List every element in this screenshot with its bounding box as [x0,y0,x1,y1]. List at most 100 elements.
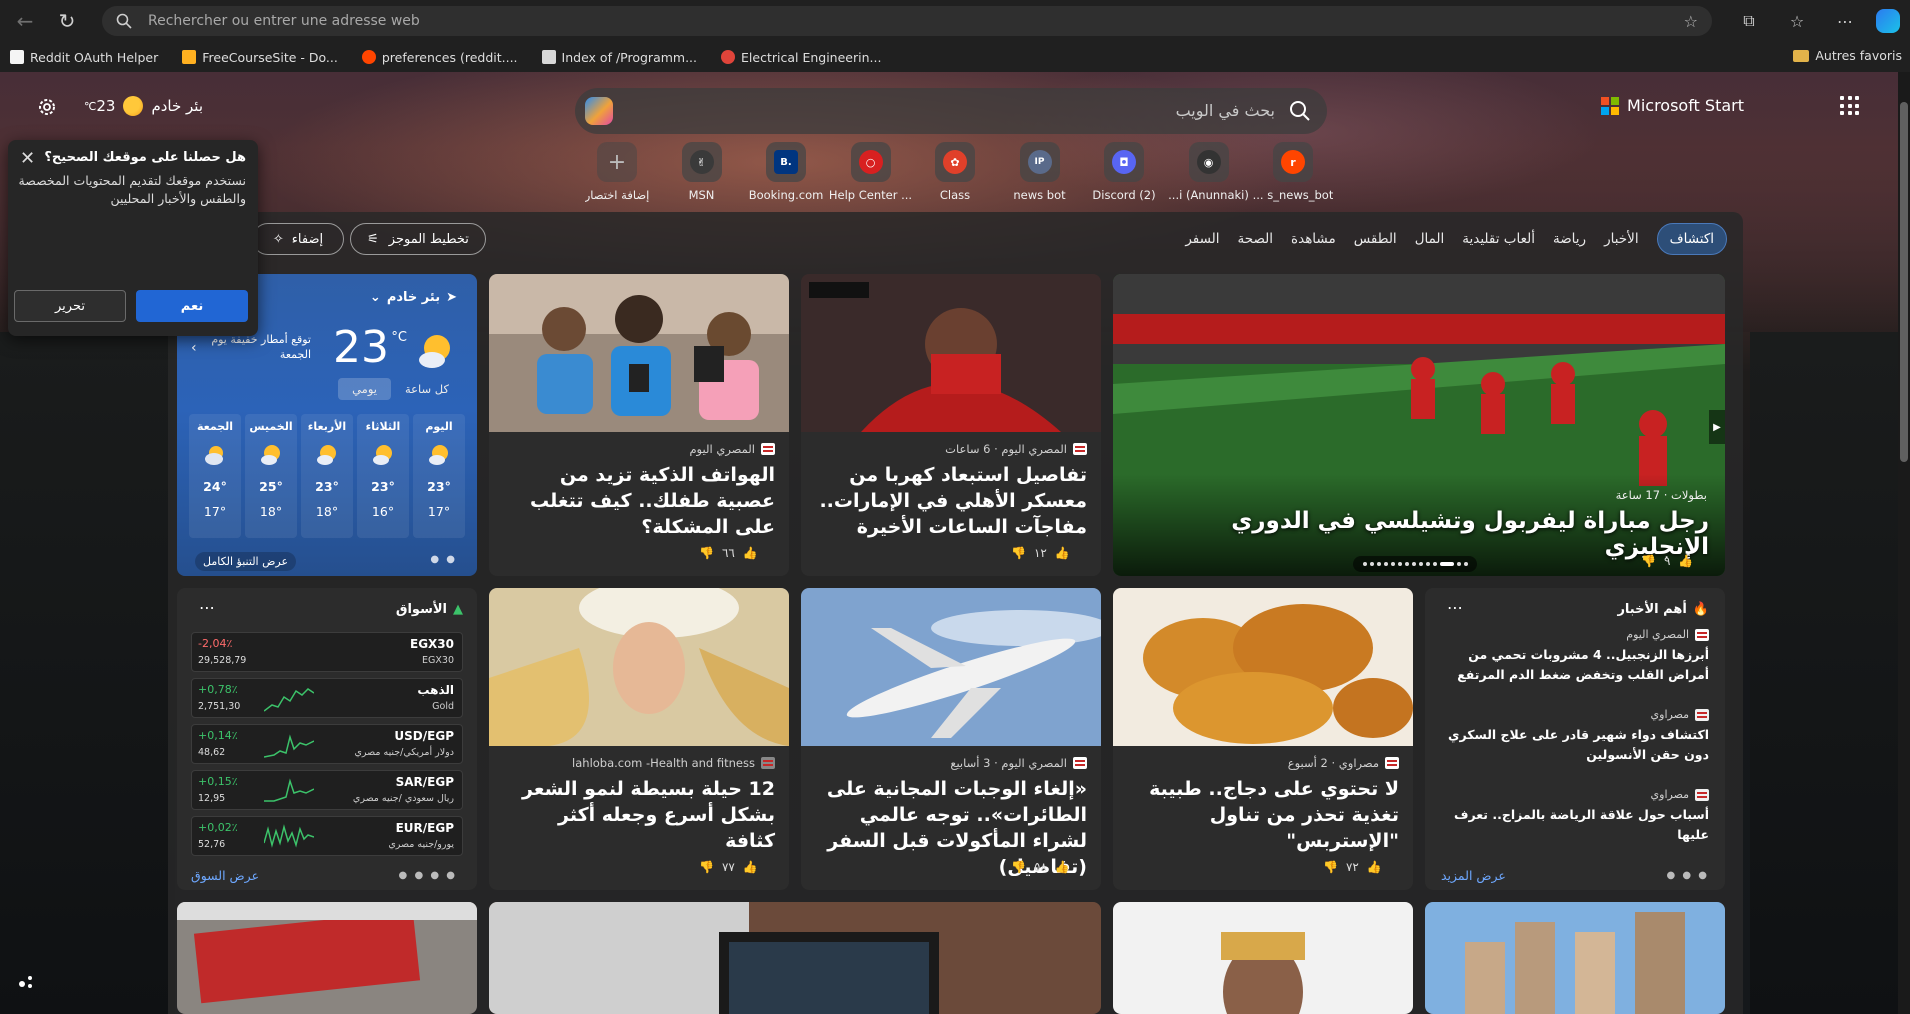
news-card[interactable] [1425,902,1725,1014]
dislike-icon[interactable]: 👎 [1011,546,1026,560]
bookmark-3[interactable]: Index of /Programm... [541,50,697,65]
quick-link-booking[interactable]: B. Booking.com [744,142,828,204]
article-title[interactable]: تفاصيل استبعاد كهربا من معسكر الأهلي في … [817,462,1087,540]
news-card[interactable]: lahloba.com -Health and fitness 12 حيلة … [489,588,789,890]
news-card[interactable]: مصراوي · 2 أسبوع لا تحتوي على دجاج.. طبي… [1113,588,1413,890]
tab-money[interactable]: المال [1415,231,1445,247]
article-source[interactable]: المصري اليوم · 3 أسابيع [950,756,1087,770]
like-icon[interactable]: 👍 [1055,546,1070,560]
forecast-day[interactable]: الخميس 25° 18° [245,414,297,538]
personalize-button[interactable]: إضفاء ✧ [252,223,344,255]
market-row[interactable]: SAR/EGP ريال سعودي /جنيه مصري +0,15٪ 12,… [191,770,463,810]
chevron-left-icon[interactable]: ‹ [191,340,197,356]
tab-weather[interactable]: الطقس [1354,231,1397,247]
market-row[interactable]: EUR/EGP يورو/جنيه مصري +0,02٪ 52,76 [191,816,463,856]
more-options-icon[interactable]: ⋯ [199,598,215,617]
quick-link-msn[interactable]: ✌ MSN [660,142,744,204]
top-story-item[interactable]: المصري اليوم أبرزها الزنجبيل.. 4 مشروبات… [1443,628,1709,685]
top-story-item[interactable]: مصراوي اكتشاف دواء شهير قادر على علاج ال… [1443,708,1709,765]
web-search-box[interactable]: بحث في الويب [575,88,1327,134]
news-card[interactable]: المصري اليوم الهواتف الذكية تزيد من عصبي… [489,274,789,576]
article-source[interactable]: المصري اليوم · 6 ساعات [945,442,1087,456]
article-title[interactable]: لا تحتوي على دجاج.. طبيبة تغذية تحذر من … [1129,776,1399,854]
carousel-next-icon[interactable]: ▶ [1709,410,1725,444]
address-bar[interactable]: Rechercher ou entrer une adresse web ☆ [102,6,1712,36]
tab-sports[interactable]: رياضة [1553,231,1586,247]
news-card[interactable]: المصري اليوم · 6 ساعات تفاصيل استبعاد كه… [801,274,1101,576]
top-story-item[interactable]: مصراوي أسباب حول علاقة الرياضة بالمزاج..… [1443,788,1709,845]
back-icon[interactable]: ← [8,4,42,38]
full-forecast-link[interactable]: عرض التنبؤ الكامل [195,552,297,571]
page-scrollbar[interactable] [1898,72,1910,1014]
forecast-day[interactable]: الثلاثاء 23° 16° [357,414,409,538]
close-icon[interactable]: ✕ [20,148,35,169]
quick-link-news-bot[interactable]: IP news bot [998,142,1082,204]
forecast-day[interactable]: الأربعاء 23° 18° [301,414,353,538]
like-icon[interactable]: 👍 [743,546,758,560]
quick-link-add[interactable]: + إضافة اختصار [575,142,659,204]
article-source[interactable]: lahloba.com -Health and fitness [572,756,775,770]
weather-location[interactable]: ➤ بئر خادم ⌄ [370,290,457,305]
microsoft-start-logo[interactable]: Microsoft Start [1601,96,1744,115]
pagination-dots[interactable]: ● ● ● [1666,870,1709,881]
bookmark-4[interactable]: Electrical Engineerin... [721,50,881,65]
market-row[interactable]: EGX30 EGX30 -2,04٪ 29,528,79 [191,632,463,672]
tab-casual-games[interactable]: ألعاب تقليدية [1462,231,1535,247]
bookmark-0[interactable]: Reddit OAuth Helper [10,50,158,65]
extensions-icon[interactable]: ⧉ [1732,4,1766,38]
tab-hourly[interactable]: كل ساعة [391,378,463,400]
tab-health[interactable]: الصحة [1238,231,1274,247]
favorite-star-icon[interactable]: ☆ [1684,12,1698,31]
tab-travel[interactable]: السفر [1185,231,1219,247]
pagination-dots[interactable]: ● ● ● ● [399,870,457,881]
view-market-link[interactable]: عرض السوق [191,868,259,883]
pagination-dots[interactable]: ● ● [430,554,457,565]
feedback-icon[interactable] [16,972,36,992]
scrollbar-thumb[interactable] [1900,102,1908,462]
dislike-icon[interactable]: 👎 [699,546,714,560]
tab-watch[interactable]: مشاهدة [1291,231,1336,247]
news-card[interactable] [1113,902,1413,1014]
news-card[interactable] [177,902,477,1014]
like-icon[interactable]: 👍 [1678,554,1693,568]
favorites-icon[interactable]: ☆ [1780,4,1814,38]
carousel-dots[interactable] [1353,556,1477,572]
bookmark-2[interactable]: preferences (reddit.... [361,50,518,65]
article-title[interactable]: 12 حيلة بسيطة لنمو الشعر بشكل أسرع وجعله… [505,776,775,854]
dislike-icon[interactable]: 👎 [1641,554,1656,568]
tab-discover[interactable]: اكتشاف [1656,223,1727,255]
like-icon[interactable]: 👍 [1055,860,1070,874]
menu-more-icon[interactable]: ⋯ [1828,4,1862,38]
news-card[interactable] [489,902,1101,1014]
market-row[interactable]: USD/EGP دولار أمريكي/جنيه مصري +0,14٪ 48… [191,724,463,764]
app-launcher-icon[interactable] [1840,96,1860,116]
more-options-icon[interactable]: ⋯ [1447,598,1463,617]
dislike-icon[interactable]: 👎 [1011,860,1026,874]
see-more-link[interactable]: عرض المزيد [1441,868,1506,883]
news-card[interactable]: المصري اليوم · 3 أسابيع «إلغاء الوجبات ا… [801,588,1101,890]
tab-daily[interactable]: يومي [338,378,391,400]
dislike-icon[interactable]: 👎 [1323,860,1338,874]
quick-link-class[interactable]: ✿ Class [913,142,997,204]
quick-link-help-center[interactable]: ○ Help Center ... [829,142,913,204]
copilot-icon[interactable] [585,97,613,125]
market-row[interactable]: الذهب Gold +0,78٪ 2,751,30 [191,678,463,718]
hero-title[interactable]: رجل مباراة ليفربول وتشيلسي في الدوري الإ… [1149,508,1709,560]
markets-header[interactable]: ▲ الأسواق [396,602,463,617]
top-stories-card[interactable]: 🔥 أهم الأخبار ⋯ المصري اليوم أبرزها الزنج… [1425,588,1725,890]
quick-link-discord[interactable]: ◘ Discord (2) [1082,142,1166,204]
like-icon[interactable]: 👍 [1367,860,1382,874]
forecast-day[interactable]: الجمعة 24° 17° [189,414,241,538]
confirm-location-button[interactable]: نعم [136,290,248,322]
forecast-day[interactable]: اليوم 23° 17° [413,414,465,538]
article-source[interactable]: مصراوي · 2 أسبوع [1288,756,1399,770]
tab-news[interactable]: الأخبار [1604,231,1639,247]
quick-link-reddit[interactable]: r ... s_news_bot [1251,142,1335,204]
top-stories-header[interactable]: 🔥 أهم الأخبار [1617,602,1709,617]
markets-card[interactable]: ▲ الأسواق ⋯ EGX30 EGX30 -2,04٪ 29,528,79 … [177,588,477,890]
edit-location-button[interactable]: تحرير [14,290,126,322]
refresh-icon[interactable]: ↻ [50,4,84,38]
hero-source[interactable]: بطولات · 17 ساعة [1616,488,1707,502]
like-icon[interactable]: 👍 [743,860,758,874]
article-title[interactable]: الهواتف الذكية تزيد من عصبية طفلك.. كيف … [505,462,775,540]
